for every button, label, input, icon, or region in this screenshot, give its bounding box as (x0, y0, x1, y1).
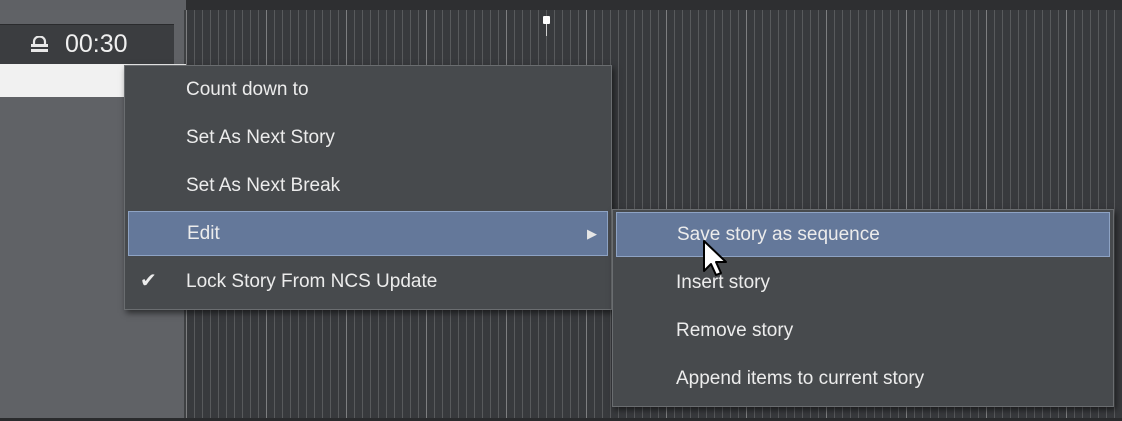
context-menu-item-label: Edit (187, 223, 220, 244)
context-menu-item-label: Set As Next Story (186, 127, 335, 148)
submenu-item[interactable]: Append items to current story (616, 356, 1110, 401)
checkmark-icon: ✔ (140, 270, 157, 292)
timeline-ruler[interactable] (186, 0, 1122, 10)
context-menu-item[interactable]: Set As Next Break (128, 163, 608, 208)
submenu-arrow-icon: ▶ (587, 226, 597, 241)
context-menu-item-label: Count down to (186, 79, 309, 100)
mouse-cursor-icon (703, 240, 727, 276)
edit-submenu: Save story as sequence Insert story Remove… (612, 209, 1114, 407)
submenu-item[interactable]: Insert story (616, 260, 1110, 305)
submenu-item-label: Append items to current story (676, 368, 925, 389)
context-menu-item-label: Lock Story From NCS Update (186, 271, 438, 292)
context-menu-item-label: Set As Next Break (186, 175, 341, 196)
submenu-item[interactable]: Save story as sequence (616, 212, 1110, 257)
lock-icon (31, 36, 48, 52)
context-menu-item[interactable]: Edit ▶ (128, 211, 608, 256)
context-menu: Count down to Set As Next Story Set As Nex… (124, 65, 612, 310)
context-menu-item[interactable]: Count down to (128, 67, 608, 112)
time-value: 00:30 (65, 30, 128, 58)
context-menu-item[interactable]: Set As Next Story (128, 115, 608, 160)
submenu-item-label: Remove story (676, 320, 794, 341)
playhead-line (546, 24, 547, 36)
playhead-handle[interactable] (543, 16, 550, 24)
context-menu-item[interactable]: ✔ Lock Story From NCS Update (128, 259, 608, 304)
submenu-item[interactable]: Remove story (616, 308, 1110, 353)
time-display[interactable]: 00:30 (0, 24, 174, 65)
